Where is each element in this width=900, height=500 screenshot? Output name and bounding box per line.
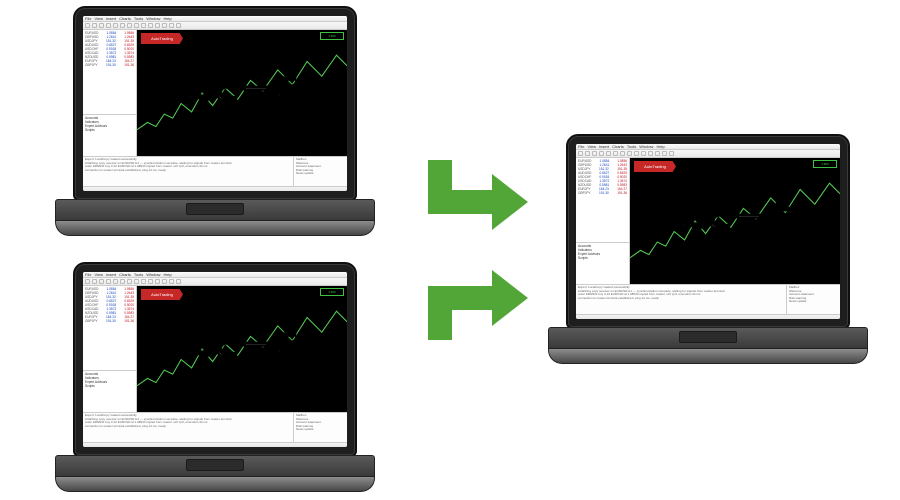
diagram-stage: File View Insert Charts Tools Window Hel… bbox=[0, 0, 900, 500]
side-panel: EURUSD1.08541.0856 GBPUSD1.26411.2643 US… bbox=[83, 286, 137, 412]
status-bar bbox=[83, 442, 347, 447]
menu-item: Help bbox=[163, 17, 171, 20]
navigator: AccountsIndicatorsExpert AdvisorsScripts bbox=[83, 370, 136, 412]
mt4-screen: File View Insert Charts Tools Window Hel… bbox=[83, 16, 347, 191]
toolbar bbox=[83, 22, 347, 30]
chart-area: AutoTrading 1:500 コピー先 bbox=[630, 158, 840, 284]
navigator: Accounts Indicators Expert Advisors Scri… bbox=[83, 114, 136, 156]
status-bar bbox=[576, 314, 840, 319]
laptop-lid: FileViewInsertChartsToolsWindowHelp EURU… bbox=[566, 134, 850, 329]
terminal-panel: Expert 'LocalCopy' loaded successfully i… bbox=[83, 156, 347, 186]
market-watch: EURUSD1.08541.0856 GBPUSD1.26411.2643 US… bbox=[576, 158, 629, 242]
chart-area: AutoTrading 1:500 コピー元 bbox=[137, 286, 347, 412]
touchpad-icon bbox=[679, 331, 737, 343]
chart-overlay-label: コピー元 bbox=[137, 332, 347, 360]
chart-overlay-label: コピー先 bbox=[630, 204, 840, 232]
laptop-source-1: File View Insert Charts Tools Window Hel… bbox=[55, 6, 375, 236]
laptop-deck bbox=[55, 455, 375, 492]
side-panel: EURUSD1.08541.0856 GBPUSD1.26411.2643 US… bbox=[576, 158, 630, 284]
journal-log: Expert 'LocalCopy' loaded successfully i… bbox=[83, 157, 293, 186]
arrow-up-right-icon bbox=[408, 260, 528, 340]
arrow-down-right-icon bbox=[408, 160, 528, 240]
laptop-deck bbox=[55, 199, 375, 236]
laptop-destination: FileViewInsertChartsToolsWindowHelp EURU… bbox=[548, 134, 868, 364]
toolbar bbox=[83, 278, 347, 286]
market-watch: EURUSD1.08541.0856 GBPUSD1.26411.2643 US… bbox=[83, 30, 136, 114]
terminal-panel: Expert 'LocalCopy' loaded successfullyin… bbox=[576, 284, 840, 314]
mt4-screen: FileViewInsertChartsToolsWindowHelp EURU… bbox=[83, 272, 347, 447]
mt4-screen: FileViewInsertChartsToolsWindowHelp EURU… bbox=[576, 144, 840, 319]
chart-area: AutoTrading 1:500 コピー元 bbox=[137, 30, 347, 156]
menu-item: View bbox=[94, 17, 103, 20]
toolbar bbox=[576, 150, 840, 158]
menu-item: Insert bbox=[106, 17, 116, 20]
market-watch: EURUSD1.08541.0856 GBPUSD1.26411.2643 US… bbox=[83, 286, 136, 370]
mailbox: Mailbox Welcome Account statement Risk w… bbox=[293, 157, 347, 186]
laptop-lid: FileViewInsertChartsToolsWindowHelp EURU… bbox=[73, 262, 357, 457]
menu-item: Window bbox=[146, 17, 160, 20]
laptop-lid: File View Insert Charts Tools Window Hel… bbox=[73, 6, 357, 201]
touchpad-icon bbox=[186, 203, 244, 215]
side-panel: EURUSD1.08541.0856 GBPUSD1.26411.2643 US… bbox=[83, 30, 137, 156]
menu-item: File bbox=[85, 17, 91, 20]
terminal-panel: Expert 'LocalCopy' loaded successfullyin… bbox=[83, 412, 347, 442]
navigator: AccountsIndicatorsExpert AdvisorsScripts bbox=[576, 242, 629, 284]
status-bar bbox=[83, 186, 347, 191]
laptop-source-2: FileViewInsertChartsToolsWindowHelp EURU… bbox=[55, 262, 375, 492]
laptop-deck bbox=[548, 327, 868, 364]
menu-item: Charts bbox=[119, 17, 131, 20]
menu-item: Tools bbox=[134, 17, 143, 20]
chart-overlay-label: コピー元 bbox=[137, 76, 347, 104]
touchpad-icon bbox=[186, 459, 244, 471]
